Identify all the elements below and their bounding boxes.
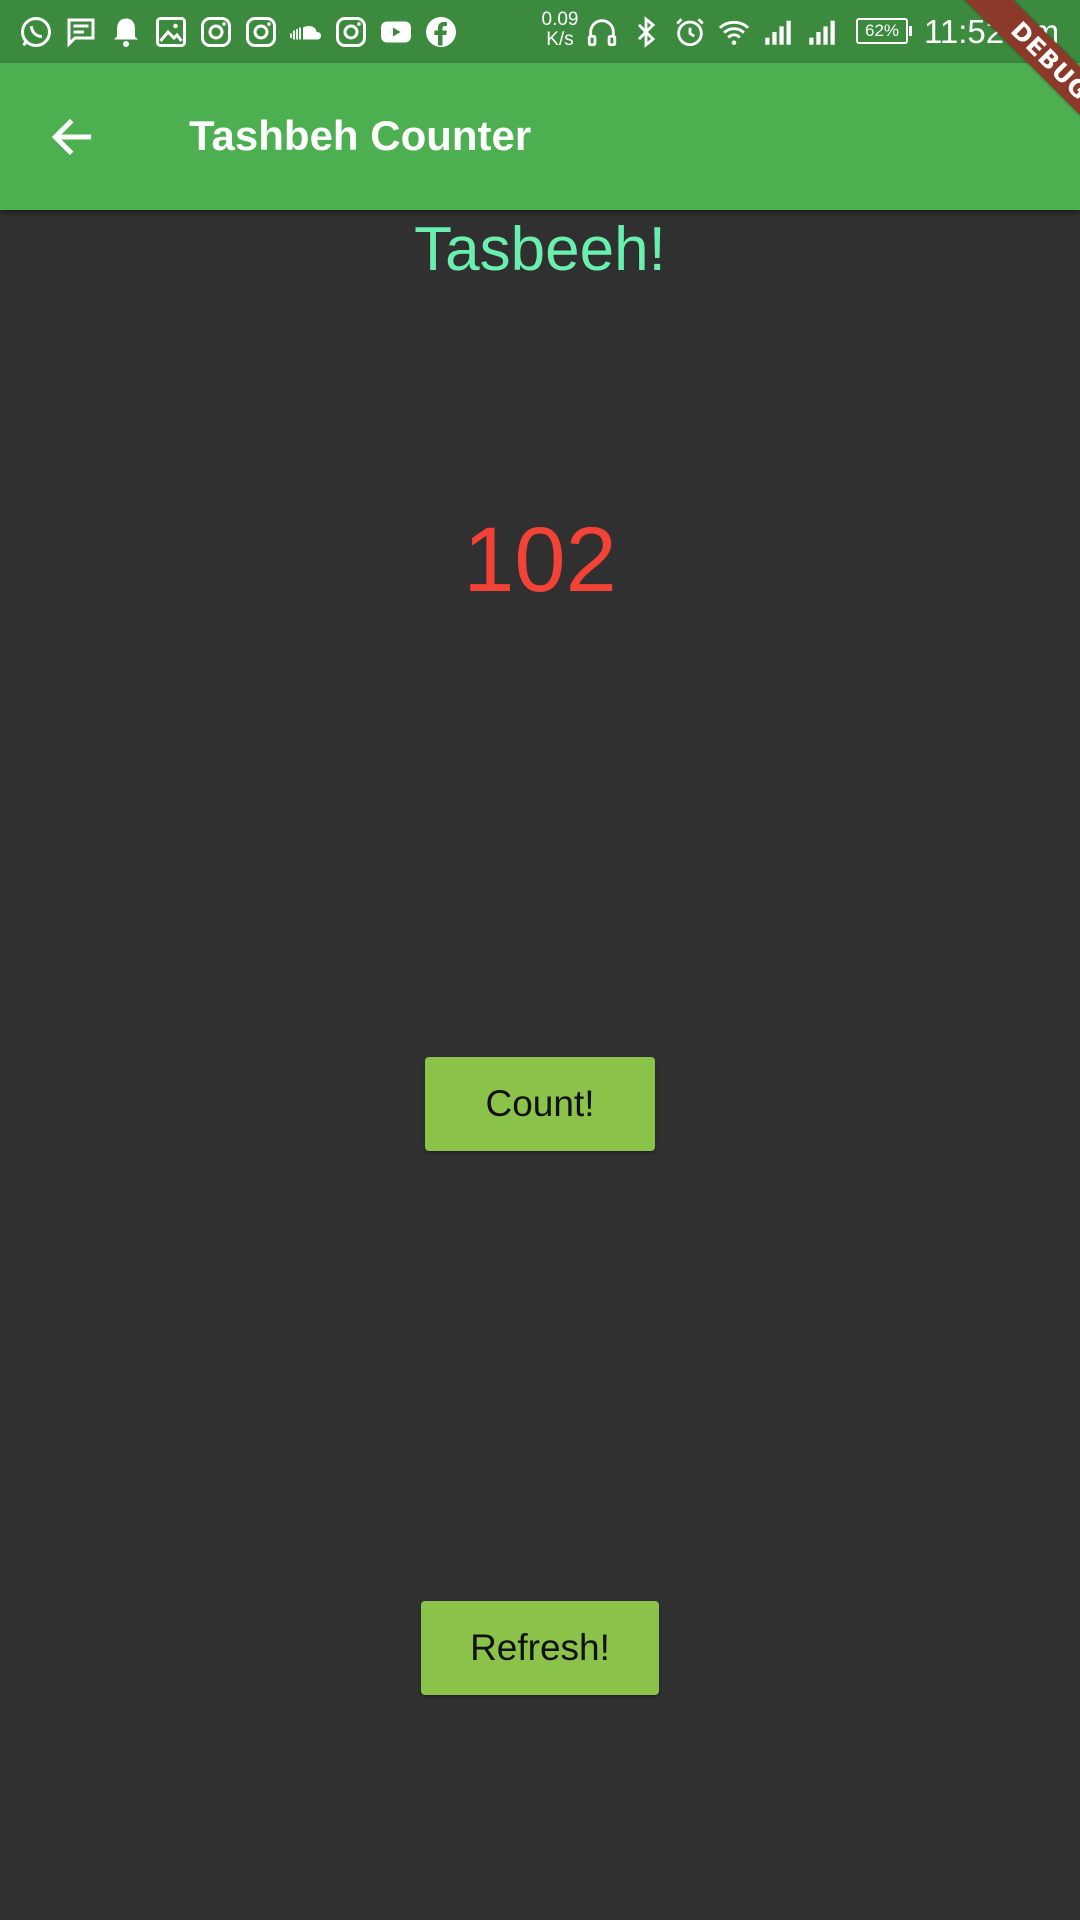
facebook-icon — [423, 14, 459, 50]
network-speed-unit: K/s — [546, 29, 574, 50]
message-icon — [63, 14, 99, 50]
gallery-icon — [153, 14, 189, 50]
bluetooth-icon — [629, 15, 663, 49]
counter-value: 102 — [463, 509, 617, 611]
network-speed-value: 0.09 — [541, 9, 579, 30]
status-bar: 0.09 K/s 62% 11:52 pm — [0, 0, 1080, 63]
wifi-icon — [717, 15, 751, 49]
battery-indicator: 62% — [856, 18, 912, 44]
instagram-icon — [198, 14, 234, 50]
headphones-icon — [585, 15, 619, 49]
refresh-button[interactable]: Refresh! — [421, 1601, 659, 1695]
notification-icons — [18, 10, 459, 54]
count-button[interactable]: Count! — [425, 1057, 655, 1151]
alarm-icon — [673, 15, 707, 49]
status-time: 11:52 pm — [924, 13, 1060, 50]
whatsapp-icon — [18, 14, 54, 50]
signal-icon — [805, 15, 839, 49]
instagram-icon — [333, 14, 369, 50]
instagram-icon — [243, 14, 279, 50]
signal-icon — [761, 15, 795, 49]
soundcloud-icon — [288, 14, 324, 50]
back-button[interactable] — [36, 101, 108, 173]
screen: 0.09 K/s 62% 11:52 pm Tashbeh Counter DE… — [0, 0, 1080, 1920]
page-heading: Tasbeeh! — [414, 215, 666, 284]
app-title: Tashbeh Counter — [189, 112, 532, 159]
youtube-icon — [378, 14, 414, 50]
bell-icon — [108, 14, 144, 50]
network-speed: 0.09 K/s — [535, 10, 585, 50]
system-icons — [585, 12, 839, 52]
arrow-back-icon — [51, 118, 92, 156]
app-bar: Tashbeh Counter — [0, 63, 1080, 210]
